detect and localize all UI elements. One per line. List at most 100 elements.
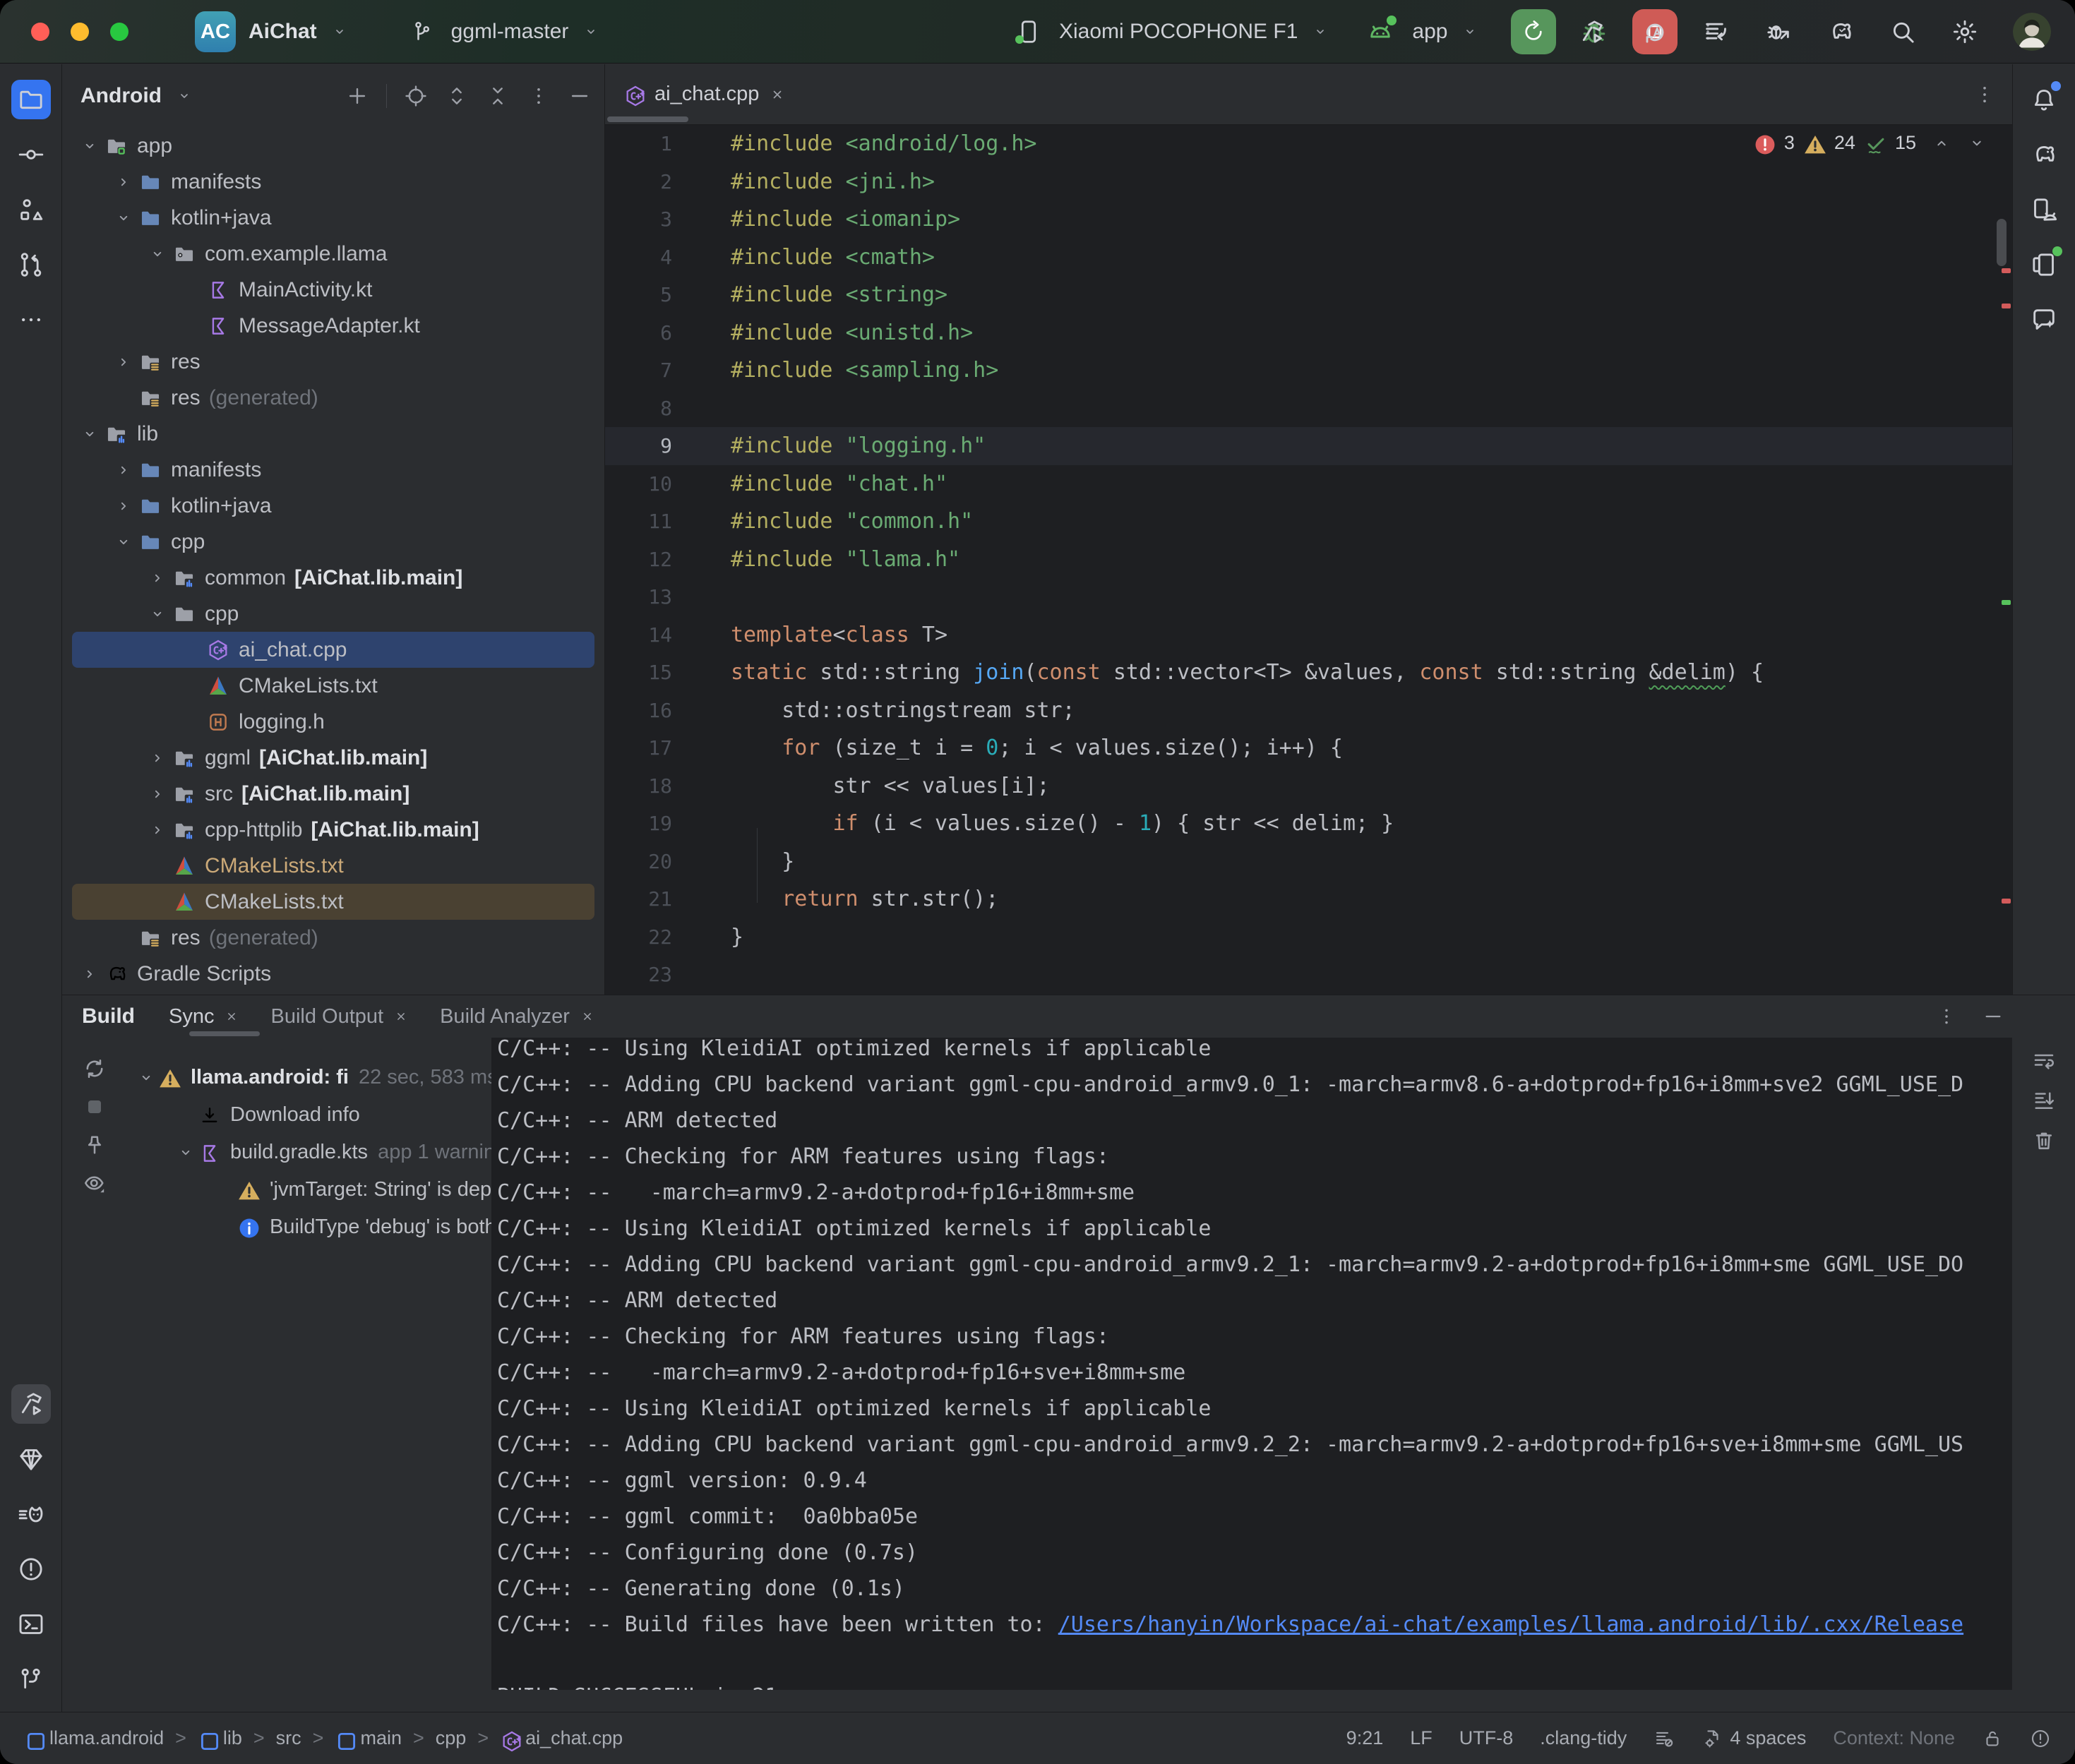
tool-stripe-structure-button[interactable]: [11, 190, 51, 229]
hide-button[interactable]: [568, 84, 592, 108]
minimize-window-button[interactable]: [71, 23, 89, 41]
chevron-down-icon[interactable]: [80, 425, 104, 443]
status-item-resource-context[interactable]: Context: None: [1833, 1727, 1955, 1749]
build-tree-item[interactable]: BuildType 'debug' is both de: [127, 1208, 491, 1246]
error-stripe-mark[interactable]: [2002, 899, 2011, 904]
collapse-all-button[interactable]: [486, 84, 510, 108]
status-item-highlighting-level[interactable]: [2030, 1728, 2051, 1749]
previous-problem-chevron-up-icon[interactable]: [1932, 133, 1951, 153]
tree-item-ai-chat-cpp[interactable]: Cai_chat.cpp: [72, 632, 594, 668]
chevron-down-icon[interactable]: [80, 137, 104, 155]
tree-item-cpp-httplib[interactable]: cpp-httplib[AiChat.lib.main]: [72, 812, 594, 848]
chevron-down-icon[interactable]: [177, 1144, 198, 1162]
code-line-17[interactable]: 17 for (size_t i = 0; i < values.size();…: [605, 729, 2012, 767]
code-line-15[interactable]: 15static std::string join(const std::vec…: [605, 654, 2012, 692]
build-tree-item[interactable]: 'jvmTarget: String' is deprec: [127, 1171, 491, 1208]
tree-item-ggml[interactable]: ggml[AiChat.lib.main]: [72, 740, 594, 776]
chevron-right-icon[interactable]: [80, 965, 104, 983]
code-line-3[interactable]: 3#include <iomanip>: [605, 200, 2012, 239]
tool-stripe-logcat-button[interactable]: [11, 1494, 51, 1534]
tree-item-cmakelists-txt[interactable]: CMakeLists.txt: [72, 884, 594, 920]
add-button[interactable]: [345, 84, 369, 108]
chevron-right-icon[interactable]: [114, 173, 138, 191]
tool-stripe-problems-button[interactable]: [11, 1549, 51, 1589]
build-tab-build-analyzer[interactable]: Build Analyzer: [440, 1005, 595, 1028]
tree-item-logging-h[interactable]: logging.h: [72, 704, 594, 740]
tree-item-manifests[interactable]: manifests: [72, 164, 594, 200]
tree-item-app[interactable]: app: [72, 128, 594, 164]
breadcrumb-llama-android[interactable]: llama.android: [24, 1727, 164, 1749]
run-configuration-selector[interactable]: app: [1365, 17, 1478, 47]
tool-stripe-build-button[interactable]: [11, 1384, 51, 1424]
settings-button[interactable]: [1951, 18, 1979, 46]
sync-button[interactable]: [82, 1056, 107, 1081]
status-item-write-access[interactable]: [1982, 1728, 2003, 1749]
chevron-down-icon[interactable]: [114, 533, 138, 551]
code-line-21[interactable]: 21 return str.str();: [605, 880, 2012, 918]
project-selector[interactable]: AiChat: [236, 20, 348, 44]
tool-stripe-terminal-button[interactable]: [11, 1604, 51, 1644]
chevron-down-icon[interactable]: [137, 1069, 158, 1087]
vcs-branch-selector[interactable]: ggml-master: [409, 19, 600, 44]
code-line-7[interactable]: 7#include <sampling.h>: [605, 352, 2012, 390]
code-line-19[interactable]: 19 if (i < values.size() - 1) { str << d…: [605, 805, 2012, 843]
breadcrumb-src[interactable]: src: [276, 1727, 301, 1749]
chevron-down-icon[interactable]: [148, 605, 172, 623]
tree-item-cmakelists-txt[interactable]: CMakeLists.txt: [72, 668, 594, 704]
chevron-right-icon[interactable]: [148, 749, 172, 767]
tree-item-cpp[interactable]: cpp: [72, 596, 594, 632]
device-selector[interactable]: Xiaomi POCOPHONE F1: [1015, 18, 1329, 45]
tree-item-com-example-llama[interactable]: com.example.llama: [72, 236, 594, 272]
code-line-10[interactable]: 10#include "chat.h": [605, 465, 2012, 503]
status-item-indent[interactable]: 4 spaces: [1702, 1727, 1806, 1749]
tree-item-res[interactable]: res: [72, 344, 594, 380]
tool-stripe-commit-button[interactable]: [11, 135, 51, 174]
tree-item-lib[interactable]: lib: [72, 416, 594, 452]
code-line-2[interactable]: 2#include <jni.h>: [605, 163, 2012, 201]
code-line-13[interactable]: 13: [605, 578, 2012, 616]
tool-stripe-version-control-button[interactable]: [11, 1660, 51, 1699]
preview-eye-button[interactable]: [82, 1170, 107, 1196]
hide-tool-window-icon[interactable]: [1982, 1005, 2004, 1028]
error-stripe-mark[interactable]: [2002, 304, 2011, 308]
expand-all-button[interactable]: [445, 84, 469, 108]
tree-item-mainactivity-kt[interactable]: MainActivity.kt: [72, 272, 594, 308]
tool-stripe-project-button[interactable]: [11, 80, 51, 119]
build-tab-sync[interactable]: Sync: [169, 1005, 239, 1028]
code-line-23[interactable]: 23: [605, 956, 2012, 994]
editor-tab-ai_chat[interactable]: C ai_chat.cpp: [605, 64, 804, 124]
build-tab-build-output[interactable]: Build Output: [270, 1005, 409, 1028]
tree-item-kotlin-java[interactable]: kotlin+java: [72, 488, 594, 524]
tool-stripe-running-devices-button[interactable]: [2024, 245, 2064, 284]
code-line-9[interactable]: 9#include "logging.h": [605, 427, 2012, 465]
tool-stripe-pull-requests-button[interactable]: [11, 245, 51, 284]
code-line-14[interactable]: 14template<class T>: [605, 616, 2012, 654]
build-options-kebab-icon[interactable]: [1935, 1005, 1958, 1028]
chevron-down-icon[interactable]: [114, 209, 138, 227]
soft-wrap-button[interactable]: [2031, 1049, 2057, 1074]
chevron-right-icon[interactable]: [114, 461, 138, 479]
stop-filled-button[interactable]: [82, 1094, 107, 1120]
status-item-code-style[interactable]: [1654, 1728, 1675, 1749]
tree-item-res[interactable]: res(generated): [72, 380, 594, 416]
next-problem-chevron-down-icon[interactable]: [1967, 133, 1987, 153]
tool-stripe-gemini-button[interactable]: [2024, 300, 2064, 340]
scroll-to-end-button[interactable]: [2031, 1088, 2057, 1114]
code-line-20[interactable]: 20 }: [605, 843, 2012, 881]
code-line-8[interactable]: 8: [605, 390, 2012, 428]
apply-code-changes-button[interactable]: [1702, 18, 1730, 46]
code-line-6[interactable]: 6#include <unistd.h>: [605, 314, 2012, 352]
status-item-line-ending[interactable]: LF: [1410, 1727, 1433, 1749]
editor-options-kebab-icon[interactable]: [1973, 83, 1997, 107]
tree-item-common[interactable]: common[AiChat.lib.main]: [72, 560, 594, 596]
restart-activity-button[interactable]: [1640, 18, 1668, 46]
close-tab-icon[interactable]: [393, 1009, 409, 1024]
code-line-22[interactable]: 22}: [605, 918, 2012, 956]
code-line-18[interactable]: 18 str << values[i];: [605, 767, 2012, 805]
status-item-encoding[interactable]: UTF-8: [1459, 1727, 1514, 1749]
build-hammer-button[interactable]: [1578, 18, 1606, 46]
chevron-right-icon[interactable]: [148, 569, 172, 587]
code-line-4[interactable]: 4#include <cmath>: [605, 239, 2012, 277]
attach-debugger-button[interactable]: [1764, 18, 1793, 46]
tree-item-src[interactable]: src[AiChat.lib.main]: [72, 776, 594, 812]
